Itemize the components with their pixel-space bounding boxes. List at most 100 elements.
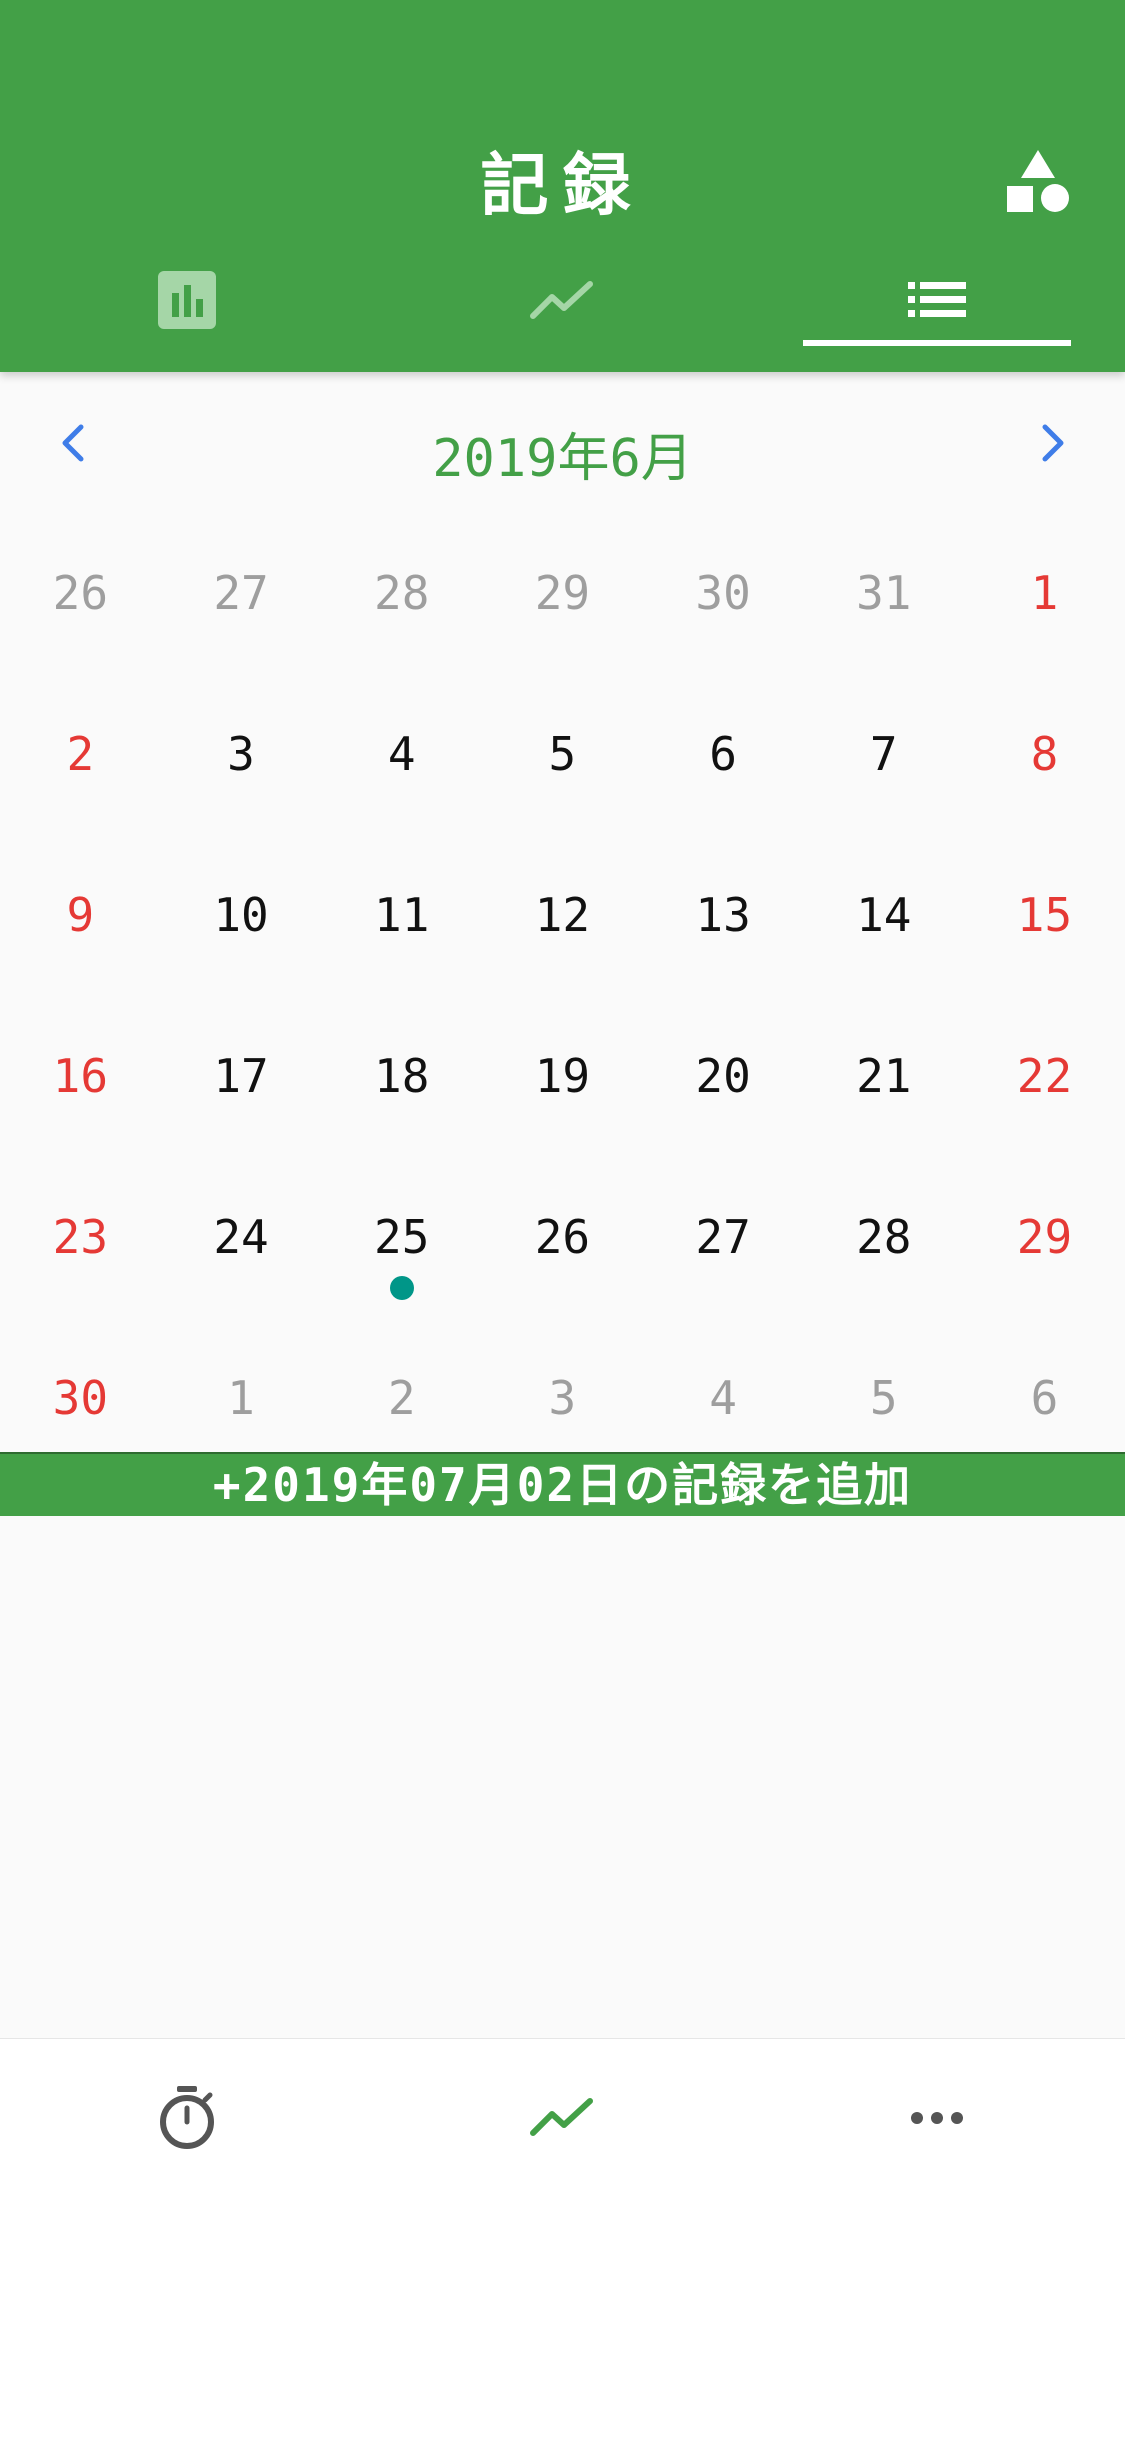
calendar-day-number: 12	[534, 888, 591, 942]
add-record-button[interactable]: +2019年07月02日の記録を追加	[0, 1452, 1125, 1516]
calendar-day-number: 5	[869, 1371, 898, 1425]
calendar-day[interactable]: 11	[321, 840, 482, 1001]
calendar-day[interactable]: 4	[321, 679, 482, 840]
calendar-day-number: 27	[213, 566, 269, 620]
calendar-day-number: 30	[52, 1371, 109, 1425]
calendar-day[interactable]: 31	[803, 518, 964, 679]
bottom-nav-records[interactable]	[462, 2069, 662, 2169]
calendar-day-number: 29	[534, 566, 591, 620]
calendar-day-number: 9	[66, 888, 95, 942]
calendar-day[interactable]: 3	[161, 679, 322, 840]
calendar-day-number: 2	[387, 1371, 416, 1425]
calendar-day-number: 8	[1030, 727, 1059, 781]
calendar-day-number: 18	[374, 1049, 430, 1103]
shapes-icon[interactable]	[1005, 148, 1071, 214]
chevron-right-icon	[1041, 423, 1067, 467]
calendar-day[interactable]: 12	[482, 840, 643, 1001]
calendar-day[interactable]: 25	[321, 1162, 482, 1323]
calendar-day-number: 3	[227, 727, 255, 781]
tab-trend[interactable]	[429, 262, 695, 342]
calendar-day-number: 31	[856, 566, 912, 620]
calendar-week-row: 26 27 28 29 30 31 1	[0, 518, 1125, 679]
calendar-day[interactable]: 5	[482, 679, 643, 840]
calendar-day[interactable]: 1	[964, 518, 1125, 679]
calendar-day[interactable]: 17	[161, 1001, 322, 1162]
calendar-day[interactable]: 27	[643, 1162, 804, 1323]
calendar-day[interactable]: 2	[0, 679, 161, 840]
calendar-day[interactable]: 9	[0, 840, 161, 1001]
calendar-day[interactable]: 20	[643, 1001, 804, 1162]
calendar-day[interactable]: 18	[321, 1001, 482, 1162]
month-navigation: 2019年6月	[0, 400, 1125, 490]
calendar-day-number: 27	[695, 1210, 751, 1264]
calendar-day-number: 5	[548, 727, 577, 781]
calendar-day[interactable]: 28	[321, 518, 482, 679]
calendar-day[interactable]: 27	[161, 518, 322, 679]
calendar-day[interactable]: 22	[964, 1001, 1125, 1162]
calendar-day-number: 25	[374, 1210, 430, 1264]
calendar-day[interactable]: 6	[643, 679, 804, 840]
calendar-day[interactable]: 30	[643, 518, 804, 679]
page-title: 記録	[480, 147, 645, 226]
calendar-day-number: 13	[695, 888, 751, 942]
calendar-day-number: 29	[1016, 1210, 1073, 1264]
calendar-day-number: 2	[66, 727, 95, 781]
calendar-day-number: 24	[213, 1210, 269, 1264]
month-title: 2019年6月	[432, 429, 693, 489]
calendar-day[interactable]: 15	[964, 840, 1125, 1001]
calendar-day[interactable]: 26	[0, 518, 161, 679]
calendar-day-number: 26	[52, 566, 109, 620]
calendar-day[interactable]: 16	[0, 1001, 161, 1162]
calendar-day-number: 19	[534, 1049, 591, 1103]
calendar-day-number: 7	[869, 727, 898, 781]
calendar-day-number: 21	[856, 1049, 912, 1103]
calendar-day[interactable]: 29	[482, 518, 643, 679]
calendar-day-number: 3	[548, 1371, 577, 1425]
calendar-day[interactable]: 13	[643, 840, 804, 1001]
calendar-day-number: 23	[52, 1210, 109, 1264]
calendar-day[interactable]: 21	[803, 1001, 964, 1162]
bottom-navigation	[0, 2038, 1125, 2437]
calendar-day-number: 17	[213, 1049, 269, 1103]
calendar-day[interactable]: 14	[803, 840, 964, 1001]
calendar-day[interactable]: 26	[482, 1162, 643, 1323]
calendar-day-number: 16	[52, 1049, 109, 1103]
calendar-day-number: 4	[387, 727, 416, 781]
calendar-day-number: 10	[213, 888, 269, 942]
calendar-day[interactable]: 7	[803, 679, 964, 840]
calendar-day[interactable]: 28	[803, 1162, 964, 1323]
calendar-day[interactable]: 24	[161, 1162, 322, 1323]
calendar-day-number: 26	[534, 1210, 591, 1264]
record-marker-dot	[389, 1276, 414, 1300]
calendar-day-number: 11	[374, 888, 430, 942]
next-month-button[interactable]	[1024, 420, 1084, 470]
calendar-day-number: 1	[1030, 566, 1059, 620]
calendar-day-number: 14	[856, 888, 912, 942]
calendar-day-number: 30	[695, 566, 751, 620]
calendar-grid: 26 27 28 29 30 31 1 2 3 4 5 6 7 8 9 10 11 12 13 14 15 16 17 18 1…	[0, 518, 1125, 1484]
calendar-day-number: 28	[856, 1210, 912, 1264]
calendar-day-number: 6	[1030, 1371, 1059, 1425]
calendar-day[interactable]: 19	[482, 1001, 643, 1162]
stopwatch-icon	[157, 2084, 217, 2154]
app-header: 記録	[0, 0, 1125, 372]
calendar-day[interactable]: 29	[964, 1162, 1125, 1323]
calendar-day-number: 4	[709, 1371, 737, 1425]
bottom-nav-more[interactable]	[837, 2069, 1037, 2169]
trending-up-icon	[530, 2097, 594, 2141]
more-horizontal-icon	[910, 2110, 964, 2129]
calendar-week-row: 9 10 11 12 13 14 15	[0, 840, 1125, 1001]
bottom-nav-timer[interactable]	[87, 2069, 287, 2169]
trending-up-icon	[530, 280, 594, 324]
calendar-day-number: 22	[1016, 1049, 1073, 1103]
tab-bar-chart[interactable]	[54, 262, 320, 342]
calendar-week-row: 16 17 18 19 20 21 22	[0, 1001, 1125, 1162]
calendar-day-number: 28	[374, 566, 430, 620]
calendar-day-number: 1	[227, 1371, 255, 1425]
calendar-week-row: 2 3 4 5 6 7 8	[0, 679, 1125, 840]
calendar-day[interactable]: 8	[964, 679, 1125, 840]
calendar-day[interactable]: 10	[161, 840, 322, 1001]
tab-list[interactable]	[804, 262, 1070, 342]
calendar-day[interactable]: 23	[0, 1162, 161, 1323]
calendar-day-number: 20	[695, 1049, 751, 1103]
